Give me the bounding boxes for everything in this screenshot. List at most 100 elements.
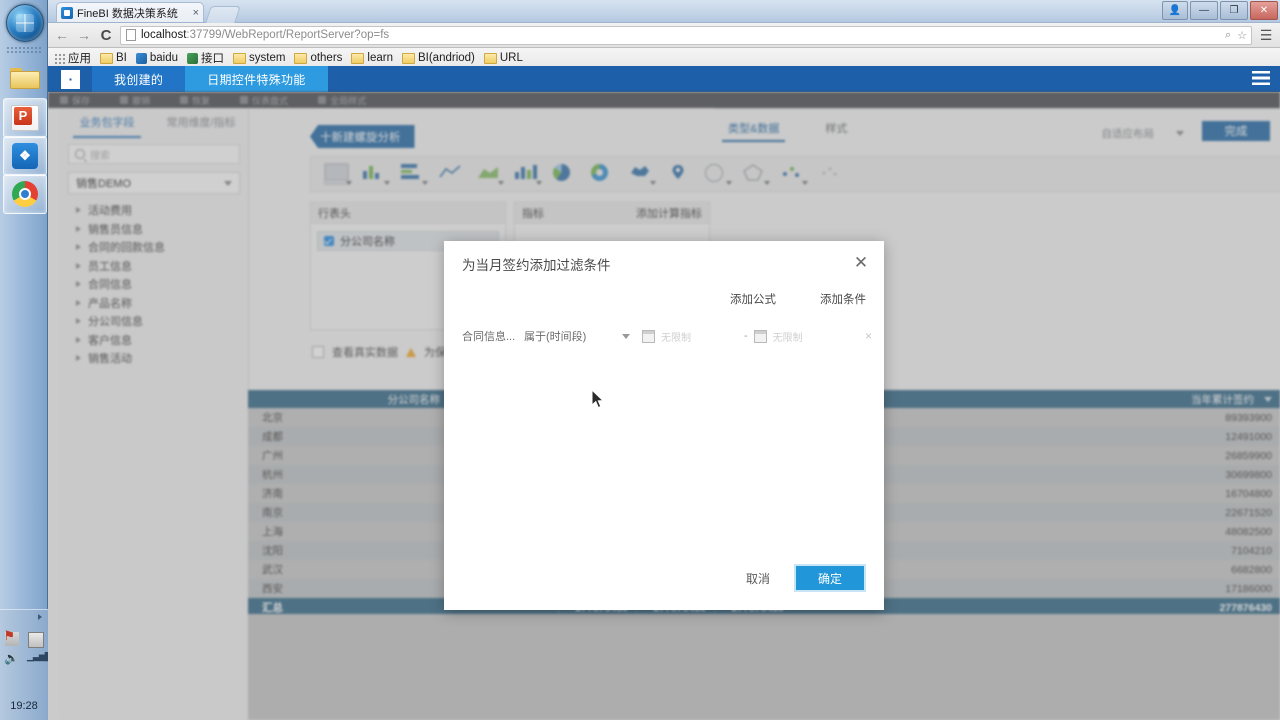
tree-item[interactable]: 产品名称 — [60, 294, 248, 313]
condition-field-label[interactable]: 合同信息... — [462, 328, 524, 344]
toolbar-global-style[interactable]: 全局样式 — [318, 94, 366, 107]
url-input[interactable]: localhost:37799/WebReport/ReportServer?o… — [120, 25, 1252, 45]
done-button[interactable]: 完成 — [1202, 121, 1270, 141]
tree-item[interactable]: 活动费用 — [60, 201, 248, 220]
hamburger-icon[interactable] — [1252, 71, 1270, 85]
cancel-button[interactable]: 取消 — [736, 566, 780, 591]
sort-caret-icon[interactable] — [1264, 396, 1272, 402]
column-header-branch[interactable]: 分公司名称 — [248, 392, 448, 407]
tree-item-label: 员工信息 — [88, 260, 132, 273]
real-data-checkbox[interactable] — [312, 346, 324, 358]
forward-icon[interactable]: → — [76, 27, 92, 43]
gauge-chart-icon[interactable] — [705, 164, 732, 185]
bookmark-item[interactable]: 应用 — [54, 50, 91, 66]
tree-item[interactable]: 销售员信息 — [60, 220, 248, 239]
bookmark-item[interactable]: baidu — [135, 52, 178, 64]
start-button-icon[interactable] — [6, 4, 44, 42]
user-profile-button[interactable]: 👤 — [1162, 1, 1188, 20]
point-map-icon[interactable] — [667, 164, 689, 184]
maximize-button[interactable]: ❐ — [1220, 1, 1248, 20]
tab-common-dimensions[interactable]: 常用维度/指标 — [154, 108, 248, 138]
column-header-label: 当年累计签约 — [1191, 393, 1254, 406]
donut-chart-icon[interactable] — [591, 164, 613, 184]
new-spiral-analysis-button[interactable]: 十新建螺旋分析 — [310, 125, 415, 148]
add-formula-link[interactable]: 添加公式 — [730, 291, 776, 307]
zoom-icon[interactable]: ⌕ — [1225, 29, 1231, 42]
bookmark-item[interactable]: learn — [351, 52, 393, 64]
removable-disk-icon[interactable] — [27, 632, 44, 648]
adaptive-layout-control[interactable]: 自适应布局 — [1102, 126, 1184, 141]
taskbar-grip[interactable] — [6, 46, 42, 55]
bubble-chart-icon[interactable] — [819, 164, 841, 184]
bookmark-item[interactable]: BI — [100, 52, 127, 64]
toolbar-save[interactable]: 保存 — [60, 94, 90, 107]
combo-chart-icon[interactable] — [515, 164, 542, 185]
add-condition-link[interactable]: 添加条件 — [820, 291, 866, 307]
column-chart-icon[interactable] — [363, 164, 390, 185]
bookmark-item[interactable]: others — [294, 52, 342, 64]
package-select[interactable]: 销售DEMO — [68, 172, 240, 194]
minimize-button[interactable]: — — [1190, 1, 1218, 20]
scatter-chart-icon[interactable] — [781, 164, 808, 185]
reload-icon[interactable]: C — [98, 27, 114, 44]
bookmark-item[interactable]: system — [233, 52, 285, 64]
taskbar-item-powerpoint[interactable] — [3, 98, 47, 138]
close-icon[interactable]: × — [193, 7, 199, 19]
tab-type-and-data[interactable]: 类型&数据 — [721, 120, 786, 142]
radar-chart-icon[interactable] — [743, 164, 770, 185]
bookmark-star-icon[interactable]: ☆ — [1237, 29, 1247, 42]
confirm-button[interactable]: 确定 — [796, 566, 864, 590]
remove-condition-icon[interactable]: × — [865, 329, 872, 343]
tree-item[interactable]: 分公司信息 — [60, 312, 248, 331]
action-center-icon[interactable] — [4, 628, 19, 646]
toolbar-undo[interactable]: 撤销 — [120, 94, 150, 107]
browser-menu-icon[interactable]: ☰ — [1258, 27, 1274, 44]
network-icon[interactable] — [27, 651, 51, 668]
back-icon[interactable]: ← — [54, 27, 70, 43]
bookmark-item[interactable]: BI(andriod) — [401, 52, 475, 64]
close-icon[interactable]: ✕ — [852, 254, 870, 272]
tree-item[interactable]: 客户信息 — [60, 331, 248, 350]
area-chart-icon[interactable] — [477, 164, 504, 185]
tab-business-fields[interactable]: 业务包字段 — [60, 108, 154, 138]
taskbar-item-chrome[interactable] — [3, 174, 47, 214]
toolbar-dashboard[interactable]: 仪表盘式 — [240, 94, 288, 107]
browser-tab[interactable]: FineBI 数据决策系统 × — [56, 2, 204, 22]
chevron-right-icon — [76, 207, 81, 214]
table-chart-icon[interactable] — [324, 163, 352, 185]
calendar-icon[interactable] — [642, 329, 655, 343]
taskbar-clock[interactable]: 19:28 — [0, 700, 48, 712]
app-tab-date-control[interactable]: 日期控件特殊功能 — [185, 66, 328, 92]
tree-item[interactable]: 合同的回款信息 — [60, 238, 248, 257]
map-chart-icon[interactable] — [629, 164, 656, 185]
volume-icon[interactable] — [4, 651, 19, 668]
pie-chart-icon[interactable] — [553, 164, 575, 184]
toolbar-redo[interactable]: 恢复 — [180, 94, 210, 107]
taskbar-item-finebi[interactable]: ❖ — [3, 136, 47, 176]
tray-expand-icon[interactable] — [38, 614, 42, 620]
page-info-icon[interactable] — [126, 29, 136, 41]
search-placeholder: 搜索 — [90, 150, 110, 162]
new-tab-button[interactable] — [205, 6, 241, 23]
line-chart-icon[interactable] — [439, 164, 461, 184]
app-tab-created[interactable]: 我创建的 — [92, 66, 186, 92]
tree-item[interactable]: 员工信息 — [60, 257, 248, 276]
tree-item[interactable]: 销售活动 — [60, 349, 248, 368]
bookmark-item[interactable]: 接口 — [187, 50, 224, 66]
tab-style[interactable]: 样式 — [825, 120, 847, 142]
toolbar-label: 保存 — [72, 95, 91, 106]
close-window-button[interactable]: ✕ — [1250, 1, 1278, 20]
checkbox-checked-icon[interactable] — [324, 236, 334, 246]
bar-chart-icon[interactable] — [401, 164, 428, 185]
field-search-input[interactable]: 搜索 — [68, 144, 240, 164]
taskbar-item-explorer[interactable] — [3, 58, 45, 96]
column-header-contract[interactable]: 当年累计签约 — [1012, 392, 1280, 407]
add-calculated-metric-link[interactable]: 添加计算指标 — [636, 205, 702, 221]
bookmark-item[interactable]: URL — [483, 52, 523, 64]
calendar-icon[interactable] — [753, 329, 767, 343]
app-logo[interactable] — [48, 66, 92, 92]
condition-end-date-input[interactable]: 无限制 — [753, 329, 850, 344]
condition-start-date-input[interactable]: 无限制 — [642, 329, 738, 344]
condition-operator-select[interactable]: 属于(时间段) — [524, 328, 642, 344]
tree-item[interactable]: 合同信息 — [60, 275, 248, 294]
